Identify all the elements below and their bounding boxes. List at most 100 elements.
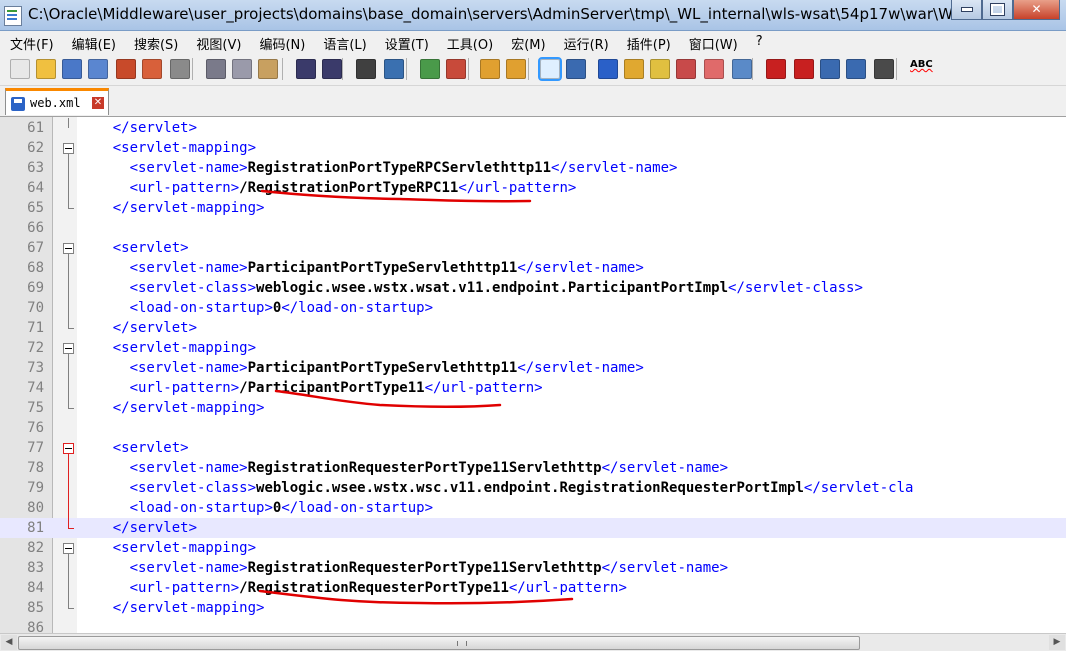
code-text: <servlet-mapping> [79,538,256,558]
code-line[interactable]: 61 </servlet> [0,118,1066,138]
close-all-icon[interactable] [142,59,162,79]
indent-guide-icon[interactable] [598,59,618,79]
new-file-icon[interactable] [10,59,30,79]
sync-horizontal-icon[interactable] [506,59,526,79]
code-line[interactable]: 66 [0,218,1066,238]
scrollbar-thumb[interactable] [18,636,860,650]
code-line[interactable]: 63 <servlet-name>RegistrationPortTypeRPC… [0,158,1066,178]
lang-udl-icon[interactable] [624,59,644,79]
xml-tag: </load-on-startup> [281,300,434,316]
code-line[interactable]: 77 <servlet> [0,438,1066,458]
scroll-left-arrow-icon[interactable]: ◀ [1,635,17,650]
save-icon[interactable] [62,59,82,79]
save-macro-icon[interactable] [874,59,894,79]
save-all-icon[interactable] [88,59,108,79]
code-line[interactable]: 85 </servlet-mapping> [0,598,1066,618]
fold-toggle-icon[interactable] [63,443,74,454]
paste-icon[interactable] [258,59,278,79]
monitor-icon[interactable] [732,59,752,79]
code-line[interactable]: 68 <servlet-name>ParticipantPortTypeServ… [0,258,1066,278]
minimize-button[interactable] [951,0,982,20]
tab-web-xml[interactable]: web.xml ✕ [5,88,109,115]
code-line[interactable]: 83 <servlet-name>RegistrationRequesterPo… [0,558,1066,578]
menu-item-9[interactable]: 运行(R) [554,31,617,53]
fold-end-marker [68,208,74,209]
sync-vertical-icon[interactable] [480,59,500,79]
replace-icon[interactable] [384,59,404,79]
code-line[interactable]: 79 <servlet-class>weblogic.wsee.wstx.wsc… [0,478,1066,498]
toolbar: ABC [0,53,1066,86]
xml-value: weblogic.wsee.wstx.wsc.v11.endpoint.Regi… [256,480,804,496]
code-line[interactable]: 73 <servlet-name>ParticipantPortTypeServ… [0,358,1066,378]
code-line[interactable]: 62 <servlet-mapping> [0,138,1066,158]
xml-tag: <servlet> [112,240,189,256]
maximize-button[interactable] [982,0,1013,20]
horizontal-scrollbar[interactable]: ◀ ▶ [0,633,1066,651]
code-line[interactable]: 81 </servlet> [0,518,1066,538]
close-icon[interactable] [116,59,136,79]
menu-item-11[interactable]: 窗口(W) [679,31,746,53]
fold-toggle-icon[interactable] [63,543,74,554]
zoom-in-icon[interactable] [420,59,440,79]
print-icon[interactable] [170,59,190,79]
code-line[interactable]: 67 <servlet> [0,238,1066,258]
code-line[interactable]: 78 <servlet-name>RegistrationRequesterPo… [0,458,1066,478]
show-all-chars-icon[interactable] [566,59,586,79]
menu-item-7[interactable]: 工具(O) [437,31,501,53]
menu-item-2[interactable]: 搜索(S) [124,31,186,53]
stop-record-icon[interactable] [794,59,814,79]
play-macro-icon[interactable] [820,59,840,79]
doc-map-icon[interactable] [650,59,670,79]
redo-icon[interactable] [322,59,342,79]
menu-item-0[interactable]: 文件(F) [0,31,62,53]
menu-item-12[interactable]: ? [746,31,771,53]
code-line[interactable]: 71 </servlet> [0,318,1066,338]
menu-item-6[interactable]: 设置(T) [375,31,437,53]
close-window-button[interactable]: ✕ [1013,0,1060,20]
code-line[interactable]: 76 [0,418,1066,438]
word-wrap-icon[interactable] [538,57,562,81]
zoom-out-icon[interactable] [446,59,466,79]
line-number: 77 [27,440,44,456]
code-line[interactable]: 72 <servlet-mapping> [0,338,1066,358]
code-line[interactable]: 69 <servlet-class>weblogic.wsee.wstx.wsa… [0,278,1066,298]
menu-item-8[interactable]: 宏(M) [501,31,553,53]
scroll-right-arrow-icon[interactable]: ▶ [1049,635,1065,650]
code-line[interactable]: 75 </servlet-mapping> [0,398,1066,418]
xml-tag: <servlet-mapping> [112,140,257,156]
line-number: 75 [27,400,44,416]
code-text: <load-on-startup>0</load-on-startup> [79,498,433,518]
menu-item-3[interactable]: 视图(V) [186,31,249,53]
line-number: 62 [27,140,44,156]
menu-item-1[interactable]: 编辑(E) [62,31,124,53]
run-macro-multiple-icon[interactable] [846,59,866,79]
open-file-icon[interactable] [36,59,56,79]
menu-item-5[interactable]: 语言(L) [313,31,374,53]
code-line[interactable]: 65 </servlet-mapping> [0,198,1066,218]
find-icon[interactable] [356,59,376,79]
code-line[interactable]: 80 <load-on-startup>0</load-on-startup> [0,498,1066,518]
folder-workspace-icon[interactable] [704,59,724,79]
code-text: <servlet-name>RegistrationRequesterPortT… [79,558,728,578]
code-editor[interactable]: 61 </servlet> 62 <servlet-mapping> 63 <ser… [0,117,1066,650]
copy-icon[interactable] [232,59,252,79]
undo-icon[interactable] [296,59,316,79]
toolbar-separator [528,58,529,80]
menu-item-4[interactable]: 编码(N) [249,31,313,53]
record-macro-icon[interactable] [766,59,786,79]
menu-item-10[interactable]: 插件(P) [617,31,679,53]
fold-toggle-icon[interactable] [63,343,74,354]
code-line[interactable]: 84 <url-pattern>/RegistrationRequesterPo… [0,578,1066,598]
tab-close-icon[interactable]: ✕ [92,97,104,109]
code-line[interactable]: 74 <url-pattern>/ParticipantPortType11</… [0,378,1066,398]
function-list-icon[interactable] [676,59,696,79]
code-line[interactable]: 70 <load-on-startup>0</load-on-startup> [0,298,1066,318]
spell-check-icon[interactable]: ABC [910,59,933,77]
code-text: <servlet-name>RegistrationPortTypeRPCSer… [79,158,678,178]
fold-toggle-icon[interactable] [63,243,74,254]
fold-end-marker [68,528,74,529]
code-line[interactable]: 64 <url-pattern>/RegistrationPortTypeRPC… [0,178,1066,198]
fold-toggle-icon[interactable] [63,143,74,154]
code-line[interactable]: 82 <servlet-mapping> [0,538,1066,558]
cut-icon[interactable] [206,59,226,79]
